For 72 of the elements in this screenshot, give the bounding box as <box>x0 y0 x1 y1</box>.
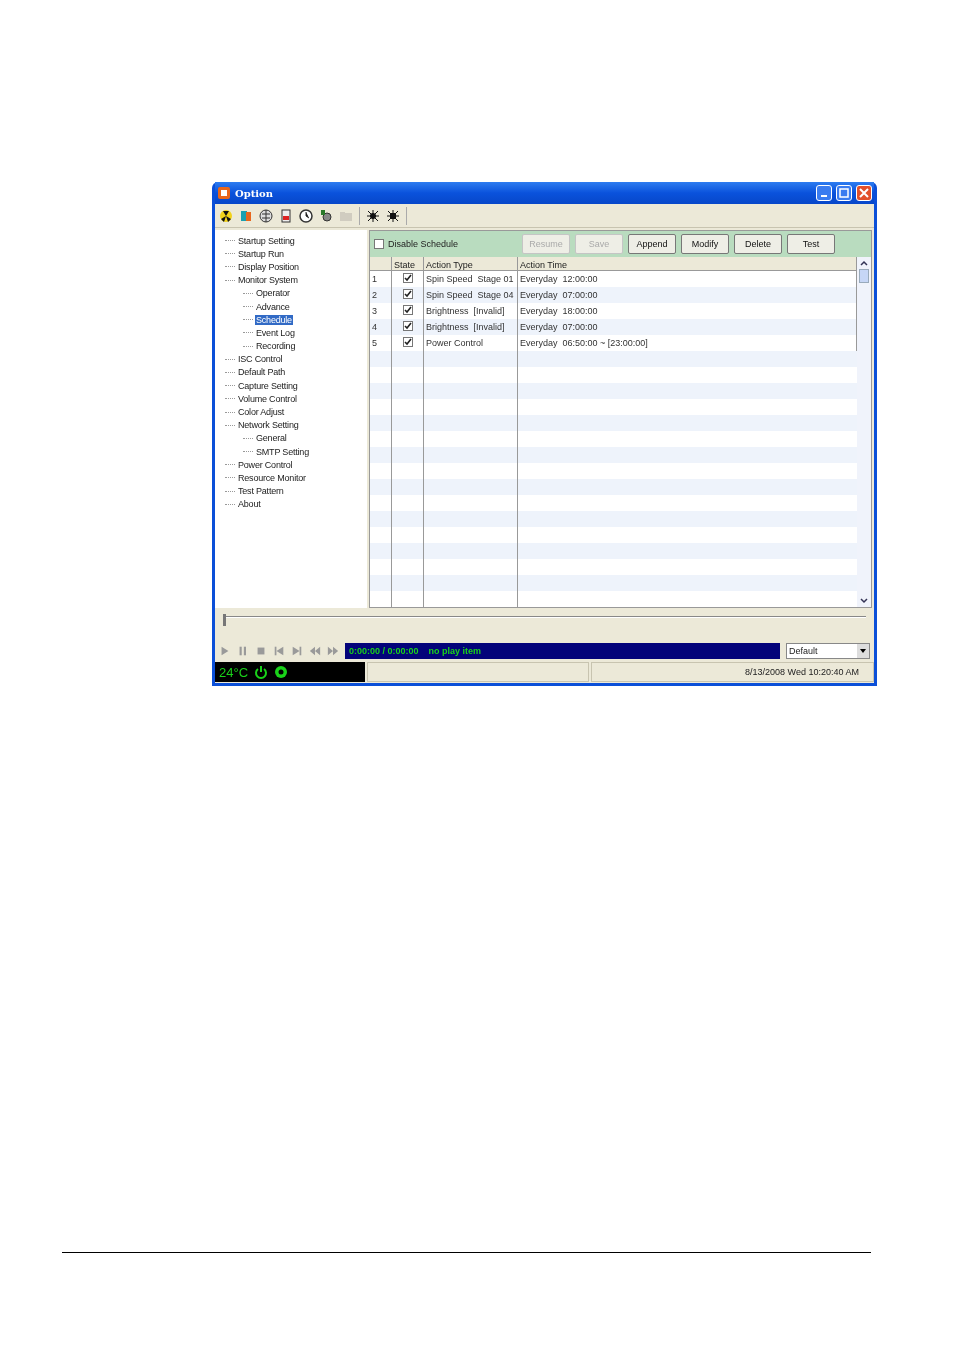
caret-icon <box>857 644 869 658</box>
tree-item[interactable]: Volume Control <box>237 393 298 404</box>
stop-icon[interactable] <box>255 645 267 657</box>
checkbox[interactable] <box>402 337 413 347</box>
action-button[interactable]: Modify <box>681 234 729 254</box>
tree-item[interactable]: Monitor System <box>237 275 299 286</box>
action-button[interactable]: Delete <box>734 234 782 254</box>
checkbox[interactable] <box>402 305 413 315</box>
arrow-up-icon[interactable] <box>859 259 869 267</box>
rewind-icon[interactable] <box>309 645 321 657</box>
fast-forward-icon[interactable] <box>327 645 339 657</box>
tree-item[interactable]: ISC Control <box>237 354 284 365</box>
tree-item[interactable]: About <box>237 499 262 510</box>
column-header[interactable]: Action Type <box>424 257 518 270</box>
time-text: 0:00:00 / 0:00:00 <box>349 646 419 656</box>
tree-item[interactable]: Color Adjust <box>237 407 286 418</box>
minimize-button[interactable] <box>816 185 832 201</box>
seek-thumb[interactable] <box>223 614 226 626</box>
preset-dropdown[interactable]: Default <box>786 643 870 659</box>
window-title: Option <box>235 187 275 199</box>
close-button[interactable] <box>856 185 872 201</box>
tree-item[interactable]: Default Path <box>237 367 287 378</box>
skip-forward-icon[interactable] <box>291 645 303 657</box>
document-icon[interactable] <box>279 208 293 223</box>
close-icon <box>859 188 869 198</box>
tree-item[interactable]: SMTP Setting <box>255 446 310 457</box>
app-icon <box>217 186 231 200</box>
table-row[interactable]: 2 Spin Speed Stage 04 Everyday 07:00:00 <box>370 287 857 303</box>
play-icon[interactable] <box>219 645 231 657</box>
burst-icon[interactable] <box>386 208 400 223</box>
circle-icon <box>274 665 289 679</box>
checkbox[interactable] <box>374 239 384 249</box>
tree-item[interactable]: Recording <box>255 341 297 352</box>
status-text: no play item <box>428 646 482 656</box>
checkbox-label: Disable Schedule <box>388 239 459 249</box>
table-row[interactable]: 1 Spin Speed Stage 01 Everyday 12:00:00 <box>370 271 857 287</box>
tree-item[interactable]: Operator <box>255 288 291 299</box>
action-button[interactable]: Test <box>787 234 835 254</box>
skip-back-icon[interactable] <box>273 645 285 657</box>
table-row[interactable]: 5 Power Control Everyday 06:50:00 ~ [23:00:00] <box>370 335 857 351</box>
arrow-down-icon[interactable] <box>859 597 869 605</box>
maximize-icon <box>839 188 849 198</box>
table-row[interactable]: 4 Brightness [Invalid] Everyday 07:00:00 <box>370 319 857 335</box>
tree-item[interactable]: Capture Setting <box>237 380 299 391</box>
table-row[interactable]: 3 Brightness [Invalid] Everyday 18:00:00 <box>370 303 857 319</box>
tree-item[interactable]: Network Setting <box>237 420 300 431</box>
scrollbar[interactable] <box>857 257 871 607</box>
clock-icon[interactable] <box>299 208 313 223</box>
tree-item[interactable]: Advance <box>255 301 291 312</box>
power-icon <box>254 665 269 679</box>
tree-item[interactable]: Schedule <box>255 314 293 325</box>
globe-icon[interactable] <box>259 208 273 223</box>
checkbox[interactable] <box>402 321 413 331</box>
checkbox[interactable] <box>402 289 413 299</box>
tree-item[interactable]: Startup Setting <box>237 235 296 246</box>
checkbox[interactable] <box>402 273 413 283</box>
tree-item[interactable]: Startup Run <box>237 248 285 259</box>
tree-item[interactable]: Test Pattern <box>237 486 285 497</box>
action-button[interactable]: Append <box>628 234 676 254</box>
radiation-icon[interactable] <box>219 208 233 223</box>
tree-item[interactable]: Resource Monitor <box>237 472 307 483</box>
column-header[interactable]: State <box>392 257 424 270</box>
burst-icon[interactable] <box>366 208 380 223</box>
datetime-text: 8/13/2008 Wed 10:20:40 AM <box>745 667 859 677</box>
scroll-thumb[interactable] <box>859 269 869 283</box>
tree-item[interactable]: Power Control <box>237 459 294 470</box>
maximize-button[interactable] <box>836 185 852 201</box>
pause-icon[interactable] <box>237 645 249 657</box>
tree-item[interactable]: Event Log <box>255 327 296 338</box>
temperature-text: 24°C <box>219 664 249 680</box>
tree-item[interactable]: Display Position <box>237 261 300 272</box>
tree-item[interactable]: General <box>255 433 288 444</box>
